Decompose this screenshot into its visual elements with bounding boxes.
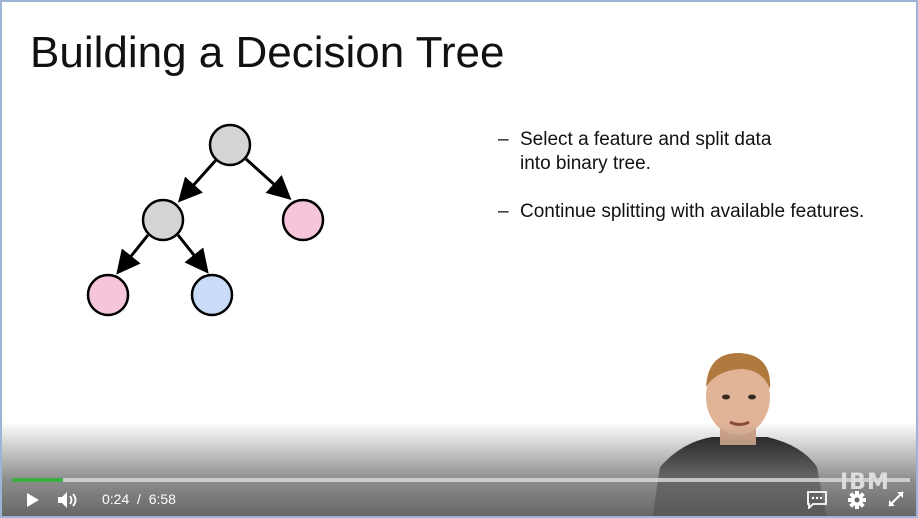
volume-button[interactable] <box>56 490 80 510</box>
progress-bar[interactable] <box>12 478 910 482</box>
bullet-text: Select a feature and split data into bin… <box>520 129 772 174</box>
leaf-node-blue <box>190 273 234 317</box>
bullet-item: – Select a feature and split data into bi… <box>498 128 798 176</box>
captions-icon <box>807 491 827 509</box>
tree-edge <box>176 234 209 274</box>
bullet-list: – Select a feature and split data into bi… <box>498 128 898 248</box>
bullet-text: Continue splitting with available featur… <box>520 201 865 222</box>
internal-node <box>141 198 185 242</box>
gear-icon <box>848 491 866 509</box>
leaf-node-pink <box>281 198 325 242</box>
volume-icon <box>58 492 77 508</box>
settings-button[interactable] <box>845 489 869 511</box>
decision-tree-diagram <box>86 123 325 317</box>
progress-fill <box>12 478 64 482</box>
duration: 6:58 <box>148 491 176 507</box>
leaf-node-pink <box>86 273 130 317</box>
root-node <box>208 123 252 167</box>
tree-edge <box>116 234 150 275</box>
captions-button[interactable] <box>805 490 829 510</box>
video-player[interactable]: Building a Decision Tree – Select a featu… <box>0 0 918 518</box>
tree-edge <box>244 157 292 201</box>
tree-edge <box>177 158 218 203</box>
current-time: 0:24 <box>102 491 130 507</box>
bullet-dash: – <box>498 201 509 222</box>
time-separator: / <box>137 491 141 507</box>
fullscreen-button[interactable] <box>884 488 908 510</box>
time-display: 0:24 / 6:58 <box>102 491 176 507</box>
fullscreen-icon <box>888 491 904 507</box>
play-button[interactable] <box>22 490 44 510</box>
play-icon <box>27 493 39 507</box>
bullet-item: – Continue splitting with available featu… <box>498 200 898 224</box>
bullet-dash: – <box>498 129 509 150</box>
